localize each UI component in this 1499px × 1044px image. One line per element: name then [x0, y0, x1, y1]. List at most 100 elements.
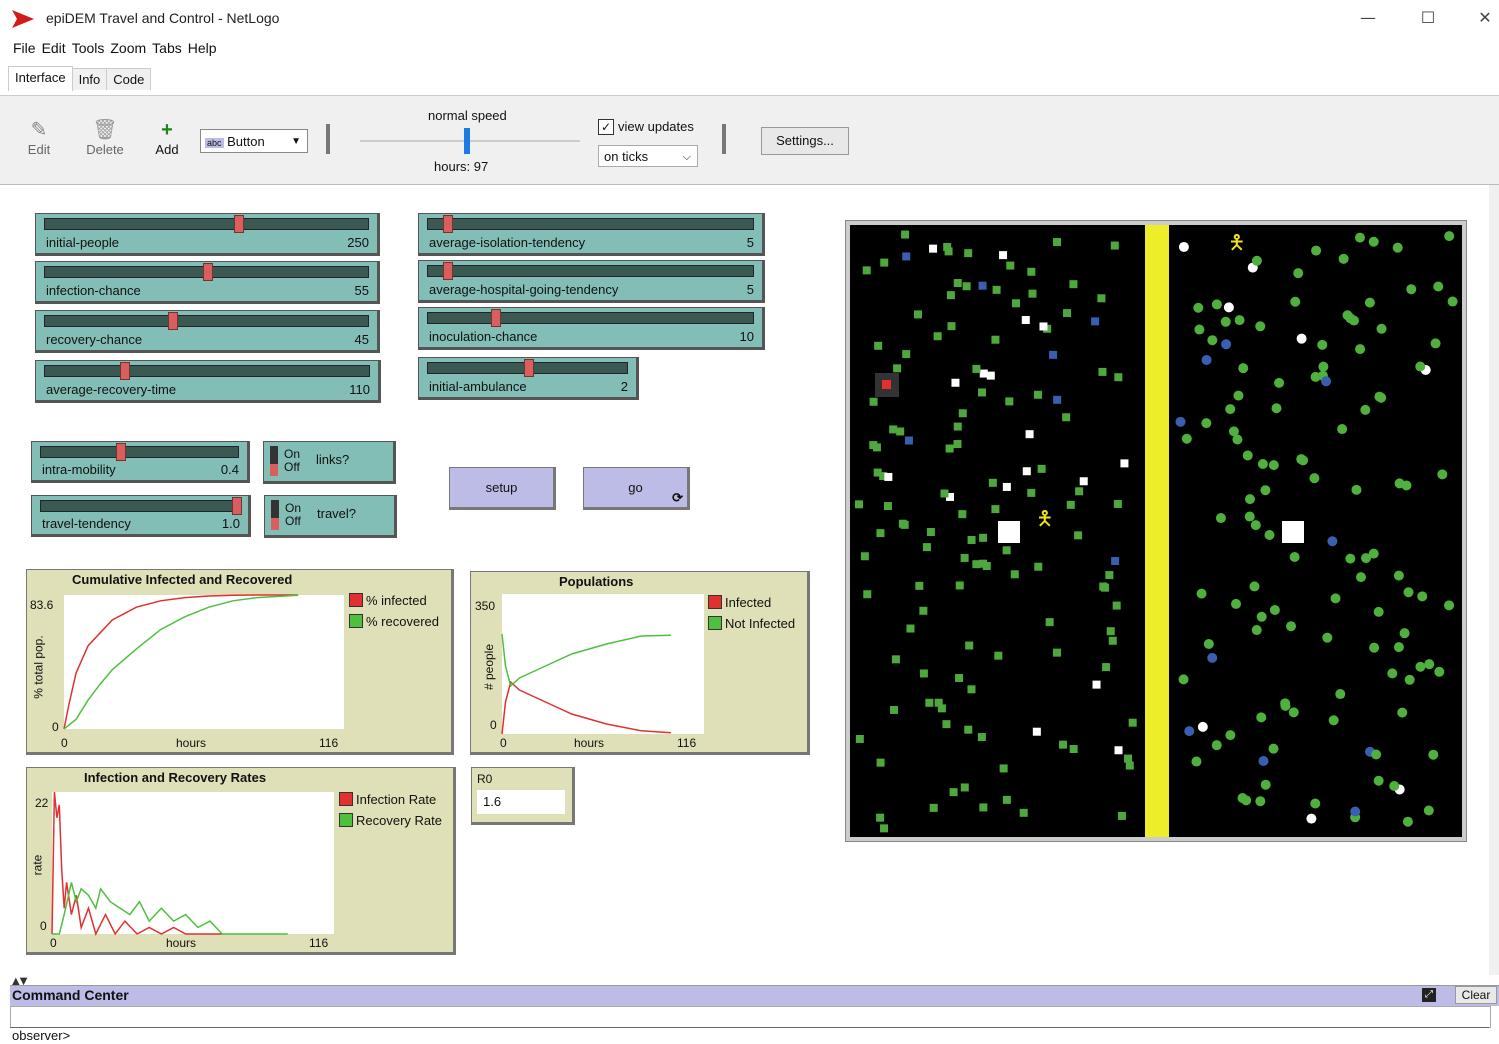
ambulance-icon: 🯅 [1036, 506, 1054, 530]
slider-knob[interactable] [442, 215, 453, 233]
tab-code[interactable]: Code [106, 68, 152, 90]
person-agent [1231, 598, 1242, 609]
slider-label: infection-chance [46, 283, 141, 298]
settings-button[interactable]: Settings... [761, 127, 849, 155]
slider-knob[interactable] [120, 362, 131, 380]
menu-edit[interactable]: Edit [42, 40, 66, 56]
person-agent [977, 733, 986, 742]
switch-links[interactable]: On Off links? [263, 441, 396, 484]
person-agent [926, 527, 935, 536]
slider-knob[interactable] [523, 359, 534, 377]
person-agent [953, 422, 962, 431]
person-agent [1114, 373, 1123, 382]
switch-knob[interactable] [271, 518, 279, 530]
person-agent [1338, 253, 1349, 264]
legend-swatch [708, 616, 722, 630]
person-agent [1237, 793, 1248, 804]
person-agent [1328, 715, 1339, 726]
close-button[interactable]: ✕ [1470, 8, 1499, 27]
person-agent [1423, 805, 1434, 816]
person-agent [919, 669, 928, 678]
slider-inoculation-chance[interactable]: inoculation-chance 10 [418, 307, 765, 350]
legend-swatch [708, 595, 722, 609]
tab-info[interactable]: Info [71, 68, 108, 90]
menu-tabs[interactable]: Tabs [152, 40, 182, 56]
person-agent [964, 725, 973, 734]
person-agent [1175, 416, 1186, 427]
slider-intra-mobility[interactable]: intra-mobility 0.4 [31, 441, 250, 483]
person-agent [1019, 808, 1028, 817]
delete-tool[interactable]: 🗑 Delete [80, 118, 130, 157]
slider-recovery-chance[interactable]: recovery-chance 45 [35, 310, 380, 353]
person-agent [1120, 459, 1129, 468]
slider-infection-chance[interactable]: infection-chance 55 [35, 261, 380, 304]
switch-travel[interactable]: On Off travel? [264, 495, 397, 538]
person-agent [1184, 726, 1195, 737]
slider-travel-tendency[interactable]: travel-tendency 1.0 [31, 495, 251, 537]
person-agent [874, 341, 883, 350]
slider-knob[interactable] [234, 215, 245, 233]
person-agent [1250, 520, 1261, 531]
vertical-scrollbar[interactable] [1489, 185, 1499, 975]
person-agent [1028, 289, 1037, 298]
menu-tools[interactable]: Tools [72, 40, 105, 56]
slider-average-recovery-time[interactable]: average-recovery-time 110 [35, 360, 381, 403]
widget-type-select[interactable]: abc Button ▼ [200, 129, 308, 153]
person-agent [1430, 338, 1441, 349]
slider-knob[interactable] [490, 309, 501, 327]
person-agent [1387, 668, 1398, 679]
person-agent [1102, 663, 1111, 672]
add-tool[interactable]: + Add [150, 118, 184, 157]
expand-icon[interactable]: ⤢ [1422, 988, 1436, 1002]
setup-button[interactable]: setup [449, 467, 556, 510]
update-mode-select[interactable]: on ticks ⌵ [598, 145, 698, 167]
person-agent [906, 624, 915, 633]
edit-tool[interactable]: ✎ Edit [22, 118, 56, 157]
slider-knob[interactable] [202, 263, 213, 281]
menu-file[interactable]: File [13, 40, 36, 56]
person-agent [1125, 761, 1134, 770]
slider-knob[interactable] [232, 497, 242, 515]
switch-knob[interactable] [270, 464, 278, 476]
world-canvas[interactable]: 🯅 🯅 [850, 225, 1462, 837]
slider-initial-ambulance[interactable]: initial-ambulance 2 [418, 357, 639, 400]
person-agent [1264, 530, 1275, 541]
slider-knob[interactable] [116, 443, 127, 461]
slider-knob[interactable] [167, 312, 178, 330]
view-updates-checkbox[interactable]: ✓ [598, 119, 614, 135]
switch-label: links? [316, 452, 350, 467]
tab-interface[interactable]: Interface [8, 66, 73, 91]
observer-prompt[interactable]: observer> [12, 1028, 70, 1043]
slider-average-isolation-tendency[interactable]: average-isolation-tendency 5 [418, 213, 765, 256]
go-button[interactable]: go ⟳ [583, 467, 690, 510]
clear-button[interactable]: Clear [1455, 986, 1497, 1004]
person-agent [1345, 553, 1356, 564]
menu-zoom[interactable]: Zoom [110, 40, 146, 56]
world-view[interactable]: 🯅 🯅 [845, 220, 1467, 842]
speed-slider-thumb[interactable] [464, 128, 470, 154]
person-agent [863, 590, 872, 599]
person-agent [1258, 756, 1269, 767]
person-agent [862, 266, 871, 275]
minimize-button[interactable]: — [1353, 8, 1383, 27]
speed-slider[interactable] [360, 140, 580, 142]
person-agent [1256, 611, 1267, 622]
slider-value: 5 [746, 235, 754, 250]
slider-track [40, 446, 239, 458]
slider-knob[interactable] [442, 262, 453, 280]
go-label: go [628, 480, 643, 495]
x-max-label: 116 [319, 736, 339, 750]
person-agent [1033, 390, 1042, 399]
person-agent [933, 332, 942, 341]
menu-help[interactable]: Help [188, 40, 217, 56]
slider-average-hospital-going-tendency[interactable]: average-hospital-going-tendency 5 [418, 260, 765, 303]
person-agent [1373, 775, 1384, 786]
tab-bar: Interface Info Code [8, 66, 152, 94]
command-input[interactable] [10, 1027, 1489, 1044]
legend-swatch [339, 813, 353, 827]
person-agent [1249, 581, 1260, 592]
person-agent [855, 734, 864, 743]
maximize-button[interactable]: ☐ [1413, 8, 1443, 27]
slider-initial-people[interactable]: initial-people 250 [35, 213, 380, 256]
legend-item: % infected [349, 593, 427, 608]
